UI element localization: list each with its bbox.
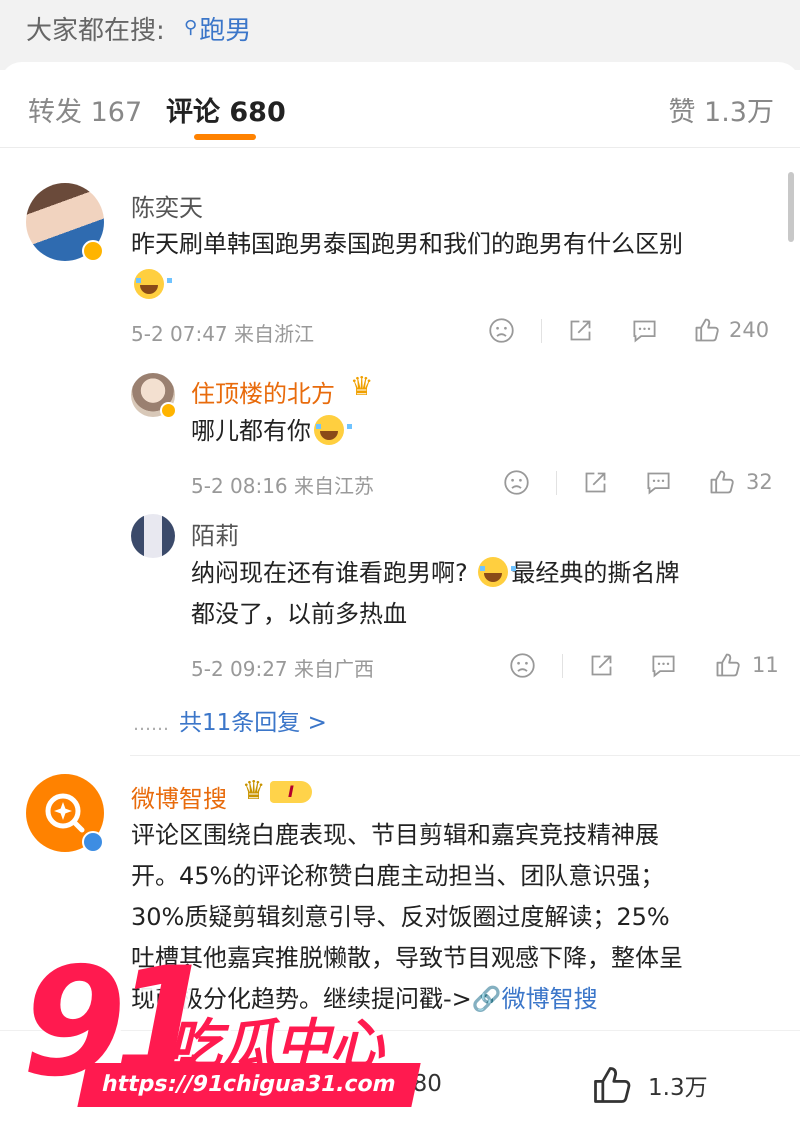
share-icon[interactable] [582,469,609,496]
like-count: 240 [729,318,770,342]
comment-divider [130,755,800,756]
share-icon[interactable] [588,652,615,679]
reply-icon[interactable] [650,652,677,679]
like-count: 11 [752,653,779,677]
divider [562,654,563,678]
thumbs-up-icon [594,1067,631,1103]
like-count: 32 [746,470,773,494]
verified-badge-icon [160,402,177,419]
verified-badge-icon [82,240,104,262]
like-button[interactable]: 32 [708,468,773,496]
link-icon: 🔗 [471,985,502,1013]
comment-text: 评论区围绕白鹿表现、节目剪辑和嘉宾竞技精神展 开。45%的评论称赞白鹿主动担当、… [131,821,683,1013]
tab-repost[interactable]: 转发 167 [28,90,142,129]
active-tab-indicator [194,134,256,140]
more-replies-link[interactable]: …… 共11条回复 > [133,703,327,737]
share-icon[interactable] [567,317,594,344]
search-term-text: 跑男 [199,16,252,46]
like-button[interactable]: 11 [714,651,779,679]
like-button[interactable]: 1.3万 [590,1063,708,1107]
crown-badge-icon: ♛ [350,372,374,402]
divider [541,319,542,343]
tab-comments[interactable]: 评论 680 [166,90,286,129]
thumbs-up-icon [710,470,734,494]
watermark-url: https://91chigua31.com [77,1063,421,1107]
search-suggestion-bar: 大家都在搜: ⚲跑男 [0,0,800,70]
verified-badge-icon [82,831,104,853]
post-tabs: 转发 167 评论 680 赞 1.3万 [0,62,800,148]
crown-badge-icon: ♛ [242,776,266,806]
like-count: 1.3万 [648,1075,708,1101]
tab-likes[interactable]: 赞 1.3万 [668,90,774,129]
avatar[interactable] [131,514,175,558]
thumbs-up-icon [695,318,719,342]
laugh-cry-emoji-icon [478,557,517,587]
thumbs-up-icon [716,653,740,677]
comment-author[interactable]: 陈奕天 [131,188,203,223]
reply-text: 纳闷现在还有谁看跑男啊? 最经典的撕名牌 都没了，以前多热血 [191,557,680,628]
reply-meta: 5-2 08:16 来自江苏 [191,474,375,498]
laugh-cry-emoji-icon [314,415,352,445]
reply-meta: 5-2 09:27 来自广西 [191,657,375,681]
reply-text: 哪儿都有你 [191,411,352,452]
search-suggestion-label: 大家都在搜: [26,16,165,46]
reply-icon[interactable] [645,469,672,496]
scrollbar[interactable] [788,172,794,242]
divider [556,471,557,495]
dislike-icon[interactable] [509,652,536,679]
zhisou-link[interactable]: 🔗微博智搜 [472,985,598,1013]
comment-meta: 5-2 07:47 来自浙江 [131,322,315,346]
comment-text: 昨天刷单韩国跑男泰国跑男和我们的跑男有什么区别 [131,224,781,306]
vip-level-badge: ♛ I [242,776,314,806]
search-suggestion-term[interactable]: ⚲跑男 [184,10,251,47]
dislike-icon[interactable] [503,469,530,496]
dislike-icon[interactable] [488,317,515,344]
comment-author[interactable]: 微博智搜 [131,779,227,814]
like-button[interactable]: 240 [693,316,769,344]
reply-icon[interactable] [631,317,658,344]
search-icon: ⚲ [184,17,198,38]
reply-author[interactable]: 住顶楼的北方 [191,374,335,409]
laugh-cry-emoji-icon [134,269,172,299]
reply-author[interactable]: 陌莉 [191,516,239,551]
